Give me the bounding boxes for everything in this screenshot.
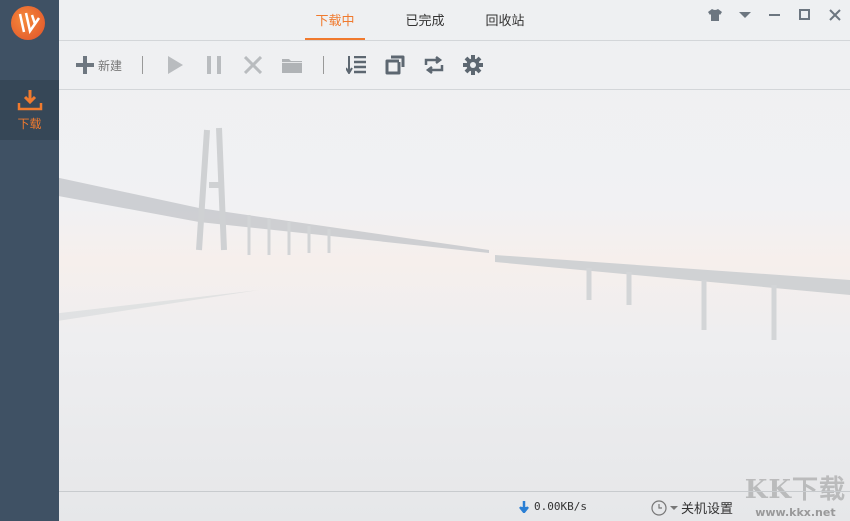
sync-button[interactable] (414, 50, 453, 80)
new-task-label: 新建 (98, 58, 123, 73)
new-task-button[interactable]: 新建 (75, 50, 130, 80)
tab-downloading[interactable]: 下载中 (305, 0, 365, 40)
toolbar: 新建 (75, 50, 492, 80)
sidebar: 下载 (0, 0, 59, 521)
main-area: 下载中 已完成 回收站 新建 KK下载 www.kkx.net 0.00KB/s… (59, 0, 850, 521)
settings-button[interactable] (453, 50, 492, 80)
folder-icon (281, 59, 302, 73)
app-logo (11, 6, 45, 40)
plus-icon (76, 56, 94, 74)
minimize-icon[interactable] (760, 4, 790, 26)
delete-button[interactable] (233, 50, 272, 80)
pause-icon (206, 56, 221, 74)
download-icon (17, 90, 42, 111)
skin-shirt-icon[interactable] (700, 4, 730, 26)
clock-icon (651, 499, 667, 516)
sidebar-item-download[interactable]: 下载 (0, 80, 59, 140)
toolbar-separator (142, 56, 144, 74)
speed-value: 0.00KB/s (534, 500, 587, 513)
open-folder-button[interactable] (272, 50, 311, 80)
window-controls (700, 4, 850, 26)
status-bar: 0.00KB/s 关机设置 (59, 491, 850, 521)
start-button[interactable] (155, 50, 194, 80)
x-icon (243, 56, 262, 74)
toolbar-separator (323, 56, 325, 74)
gear-icon (462, 55, 483, 75)
shutdown-label: 关机设置 (681, 502, 734, 517)
tab-recycle-bin[interactable]: 回收站 (465, 0, 545, 40)
sort-list-icon (345, 56, 366, 74)
divider (59, 89, 850, 90)
pause-button[interactable] (194, 50, 233, 80)
tab-bar: 下载中 已完成 回收站 (305, 0, 545, 40)
refresh-icon (424, 56, 443, 74)
shutdown-settings-button[interactable]: 关机设置 (651, 498, 733, 517)
copy-window-icon (385, 55, 405, 75)
sort-button[interactable] (336, 50, 375, 80)
window-mode-button[interactable] (375, 50, 414, 80)
maximize-icon[interactable] (790, 4, 820, 26)
arrow-down-icon (519, 500, 529, 513)
chevron-down-icon (670, 505, 678, 510)
play-icon (167, 56, 183, 74)
download-speed: 0.00KB/s (519, 500, 587, 513)
menu-dropdown-icon[interactable] (730, 4, 760, 26)
tab-completed[interactable]: 已完成 (385, 0, 465, 40)
divider (59, 40, 850, 41)
sidebar-item-label: 下载 (17, 117, 42, 131)
close-icon[interactable] (820, 4, 850, 26)
